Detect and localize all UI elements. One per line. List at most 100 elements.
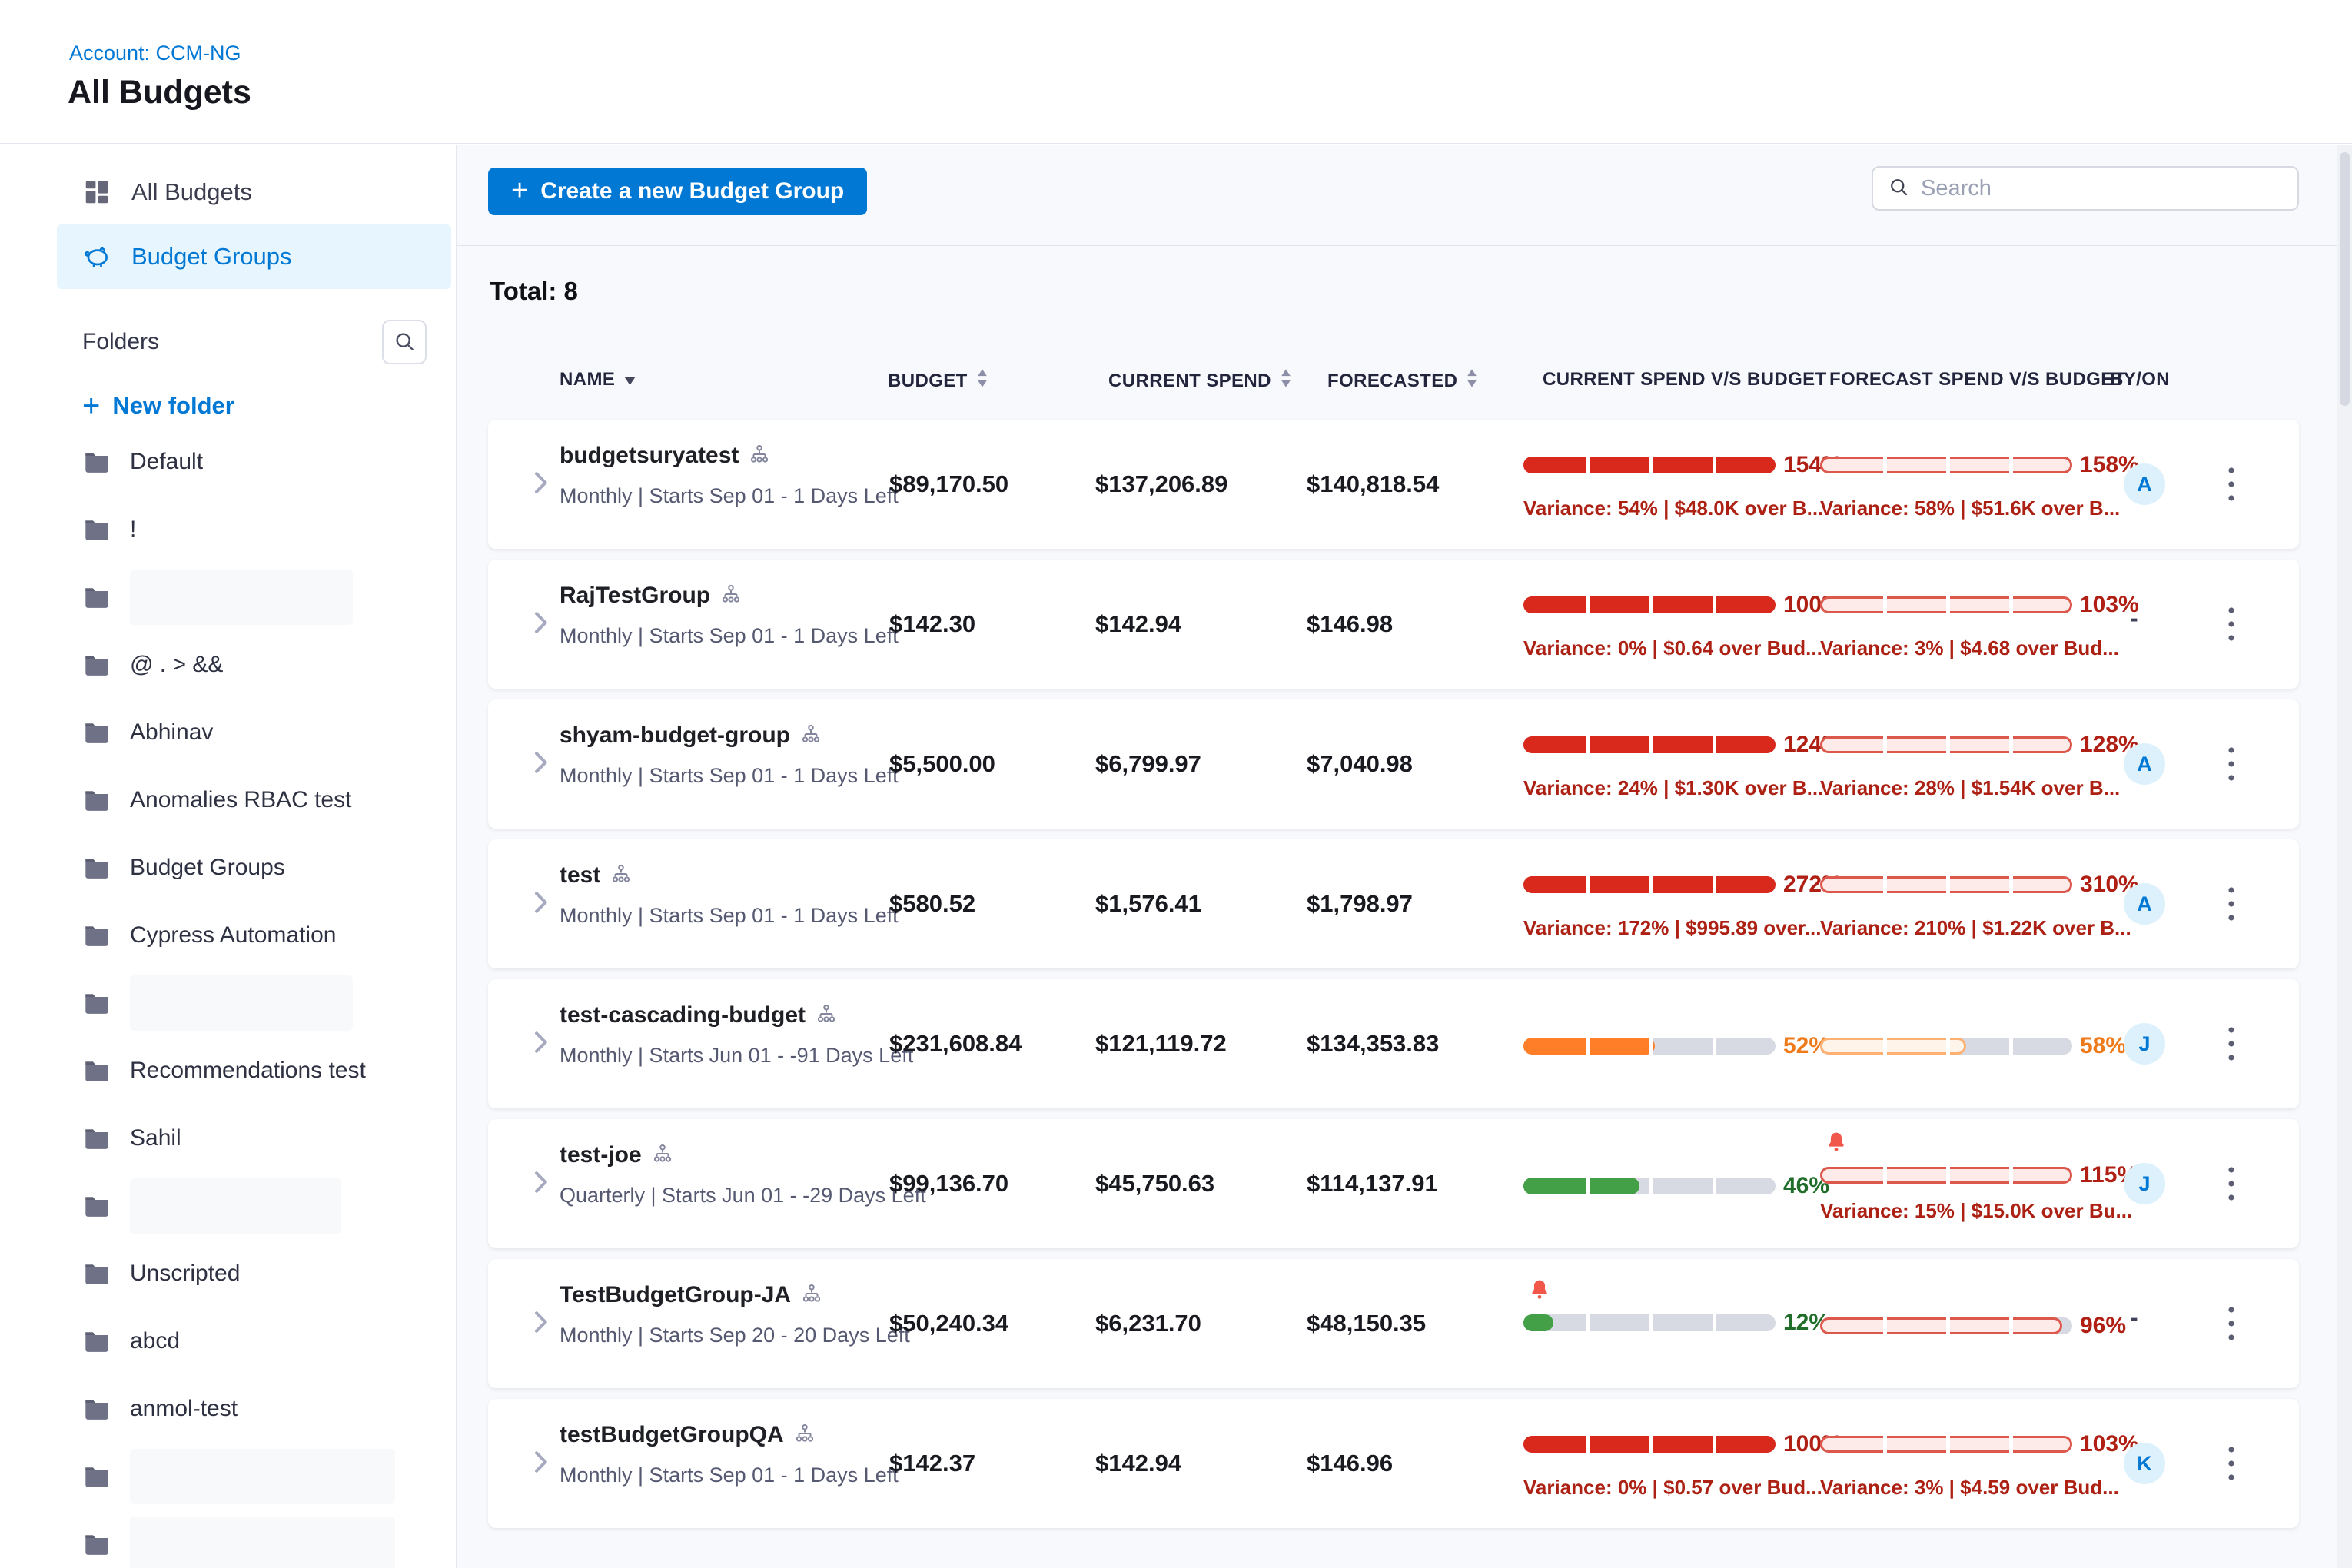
folder-item[interactable]: Recommendations test	[0, 1037, 456, 1105]
current-vs-budget-cell: 12%	[1523, 1259, 1831, 1388]
row-menu-button[interactable]	[2213, 872, 2250, 935]
budget-value: $142.37	[889, 1450, 975, 1477]
grid-icon	[82, 178, 111, 207]
folder-icon	[82, 922, 111, 948]
forecasted-value: $1,798.97	[1307, 890, 1413, 918]
folder-name: Cypress Automation	[130, 922, 336, 948]
budget-value: $50,240.34	[889, 1310, 1008, 1337]
row-menu-button[interactable]	[2213, 1152, 2250, 1215]
forecasted-value: $134,353.83	[1307, 1030, 1439, 1058]
folder-search-button[interactable]	[382, 320, 427, 364]
budget-value: $231,608.84	[889, 1030, 1022, 1058]
current-vs-budget-variance: Variance: 54% | $48.0K over B...	[1523, 497, 1823, 520]
current-vs-budget-bar	[1523, 596, 1776, 613]
expand-chevron-icon[interactable]	[525, 887, 556, 918]
current-spend-value: $6,799.97	[1095, 750, 1201, 778]
budget-group-schedule: Monthly | Starts Sep 01 - 1 Days Left	[560, 764, 899, 788]
scrollbar-thumb[interactable]	[2340, 152, 2350, 406]
budget-group-name[interactable]: shyam-budget-group	[560, 723, 790, 749]
folders-section-label: Folders	[82, 329, 159, 355]
row-menu-button[interactable]	[2213, 1432, 2250, 1495]
folder-item[interactable]: Budget Groups	[0, 834, 456, 902]
folder-name: Recommendations test	[130, 1058, 366, 1084]
folder-item[interactable]	[0, 1172, 456, 1240]
expand-chevron-icon[interactable]	[525, 1447, 556, 1477]
forecast-vs-budget-cell: 103%Variance: 3% | $4.59 over Bud...	[1820, 1399, 2128, 1528]
folder-item[interactable]	[0, 1443, 456, 1510]
budget-group-name[interactable]: testBudgetGroupQA	[560, 1422, 784, 1448]
current-vs-budget-bar	[1523, 736, 1776, 753]
budget-group-hierarchy-icon	[800, 1284, 823, 1307]
folder-name-redacted	[130, 1517, 395, 1568]
current-spend-value: $142.94	[1095, 1450, 1181, 1477]
by-on-empty: -	[2130, 1304, 2138, 1332]
budget-group-hierarchy-icon	[719, 584, 742, 608]
folder-item[interactable]: @ . > &&	[0, 631, 456, 699]
budget-group-schedule: Monthly | Starts Sep 01 - 1 Days Left	[560, 1463, 899, 1487]
folder-item[interactable]: Unscripted	[0, 1240, 456, 1307]
current-vs-budget-bar	[1523, 1314, 1776, 1331]
folder-item[interactable]: anmol-test	[0, 1375, 456, 1443]
budget-group-name[interactable]: budgetsuryatest	[560, 443, 739, 469]
forecast-vs-budget-variance: Variance: 3% | $4.68 over Bud...	[1820, 636, 2119, 660]
row-menu-button[interactable]	[2213, 453, 2250, 516]
expand-chevron-icon[interactable]	[525, 1167, 556, 1198]
new-folder-button[interactable]: + New folder	[82, 390, 456, 422]
row-menu-button[interactable]	[2213, 593, 2250, 656]
row-menu-button[interactable]	[2213, 1292, 2250, 1355]
current-vs-budget-cell: 100%Variance: 0% | $0.57 over Bud...	[1523, 1399, 1831, 1528]
folder-item[interactable]	[0, 969, 456, 1037]
folder-icon	[82, 855, 111, 881]
row-menu-button[interactable]	[2213, 1012, 2250, 1075]
current-vs-budget-cell: 46%	[1523, 1119, 1831, 1248]
folder-item[interactable]	[0, 563, 456, 631]
current-spend-value: $6,231.70	[1095, 1310, 1201, 1337]
expand-chevron-icon[interactable]	[525, 1027, 556, 1058]
folder-item[interactable]: Anomalies RBAC test	[0, 766, 456, 834]
search-icon	[392, 329, 417, 356]
forecasted-value: $48,150.35	[1307, 1310, 1426, 1337]
folder-icon	[82, 787, 111, 813]
folder-item[interactable]: Abhinav	[0, 699, 456, 766]
sidebar-item-all-budgets[interactable]: All Budgets	[57, 160, 451, 224]
folder-item[interactable]: Cypress Automation	[0, 902, 456, 969]
folder-icon	[82, 1125, 111, 1151]
folder-item[interactable]: abcd	[0, 1307, 456, 1375]
budget-group-name[interactable]: test	[560, 862, 600, 889]
budget-group-name[interactable]: RajTestGroup	[560, 583, 710, 609]
forecast-vs-budget-bar	[1820, 1038, 2072, 1055]
folder-item[interactable]: !	[0, 496, 456, 563]
current-spend-value: $121,119.72	[1095, 1030, 1227, 1058]
expand-chevron-icon[interactable]	[525, 467, 556, 498]
sidebar-item-label: Budget Groups	[131, 243, 292, 271]
account-breadcrumb-link[interactable]: Account: CCM-NG	[69, 42, 241, 65]
folder-item[interactable]: Default	[0, 428, 456, 496]
table-row: test-joe Quarterly | Starts Jun 01 - -29 …	[488, 1119, 2299, 1248]
budget-group-hierarchy-icon	[748, 444, 771, 468]
forecast-vs-budget-bar	[1820, 1317, 2072, 1334]
folder-item[interactable]	[0, 1510, 456, 1568]
folder-name: Anomalies RBAC test	[130, 787, 351, 813]
expand-chevron-icon[interactable]	[525, 607, 556, 638]
sidebar: All Budgets Budget Groups Folders + New …	[0, 145, 457, 1568]
row-menu-button[interactable]	[2213, 733, 2250, 796]
folder-name-redacted	[130, 1449, 395, 1504]
forecast-vs-budget-variance: Variance: 28% | $1.54K over B...	[1820, 776, 2120, 800]
avatar: A	[2124, 743, 2165, 785]
forecast-vs-budget-variance: Variance: 210% | $1.22K over B...	[1820, 916, 2131, 940]
budget-group-name[interactable]: test-cascading-budget	[560, 1002, 806, 1028]
budget-group-schedule: Quarterly | Starts Jun 01 - -29 Days Lef…	[560, 1184, 926, 1208]
expand-chevron-icon[interactable]	[525, 1307, 556, 1337]
sidebar-item-budget-groups[interactable]: Budget Groups	[57, 224, 451, 289]
budget-group-name[interactable]: test-joe	[560, 1142, 642, 1168]
folder-icon	[82, 719, 111, 746]
current-vs-budget-cell: 272%Variance: 172% | $995.89 over...	[1523, 839, 1831, 968]
budget-group-name[interactable]: TestBudgetGroup-JA	[560, 1282, 791, 1308]
current-spend-value: $1,576.41	[1095, 890, 1201, 918]
new-folder-label: New folder	[112, 392, 234, 420]
forecast-vs-budget-cell: 158%Variance: 58% | $51.6K over B...	[1820, 420, 2128, 549]
expand-chevron-icon[interactable]	[525, 747, 556, 778]
folder-item[interactable]: Sahil	[0, 1105, 456, 1172]
folder-name: !	[130, 517, 136, 543]
folder-icon	[82, 1328, 111, 1354]
